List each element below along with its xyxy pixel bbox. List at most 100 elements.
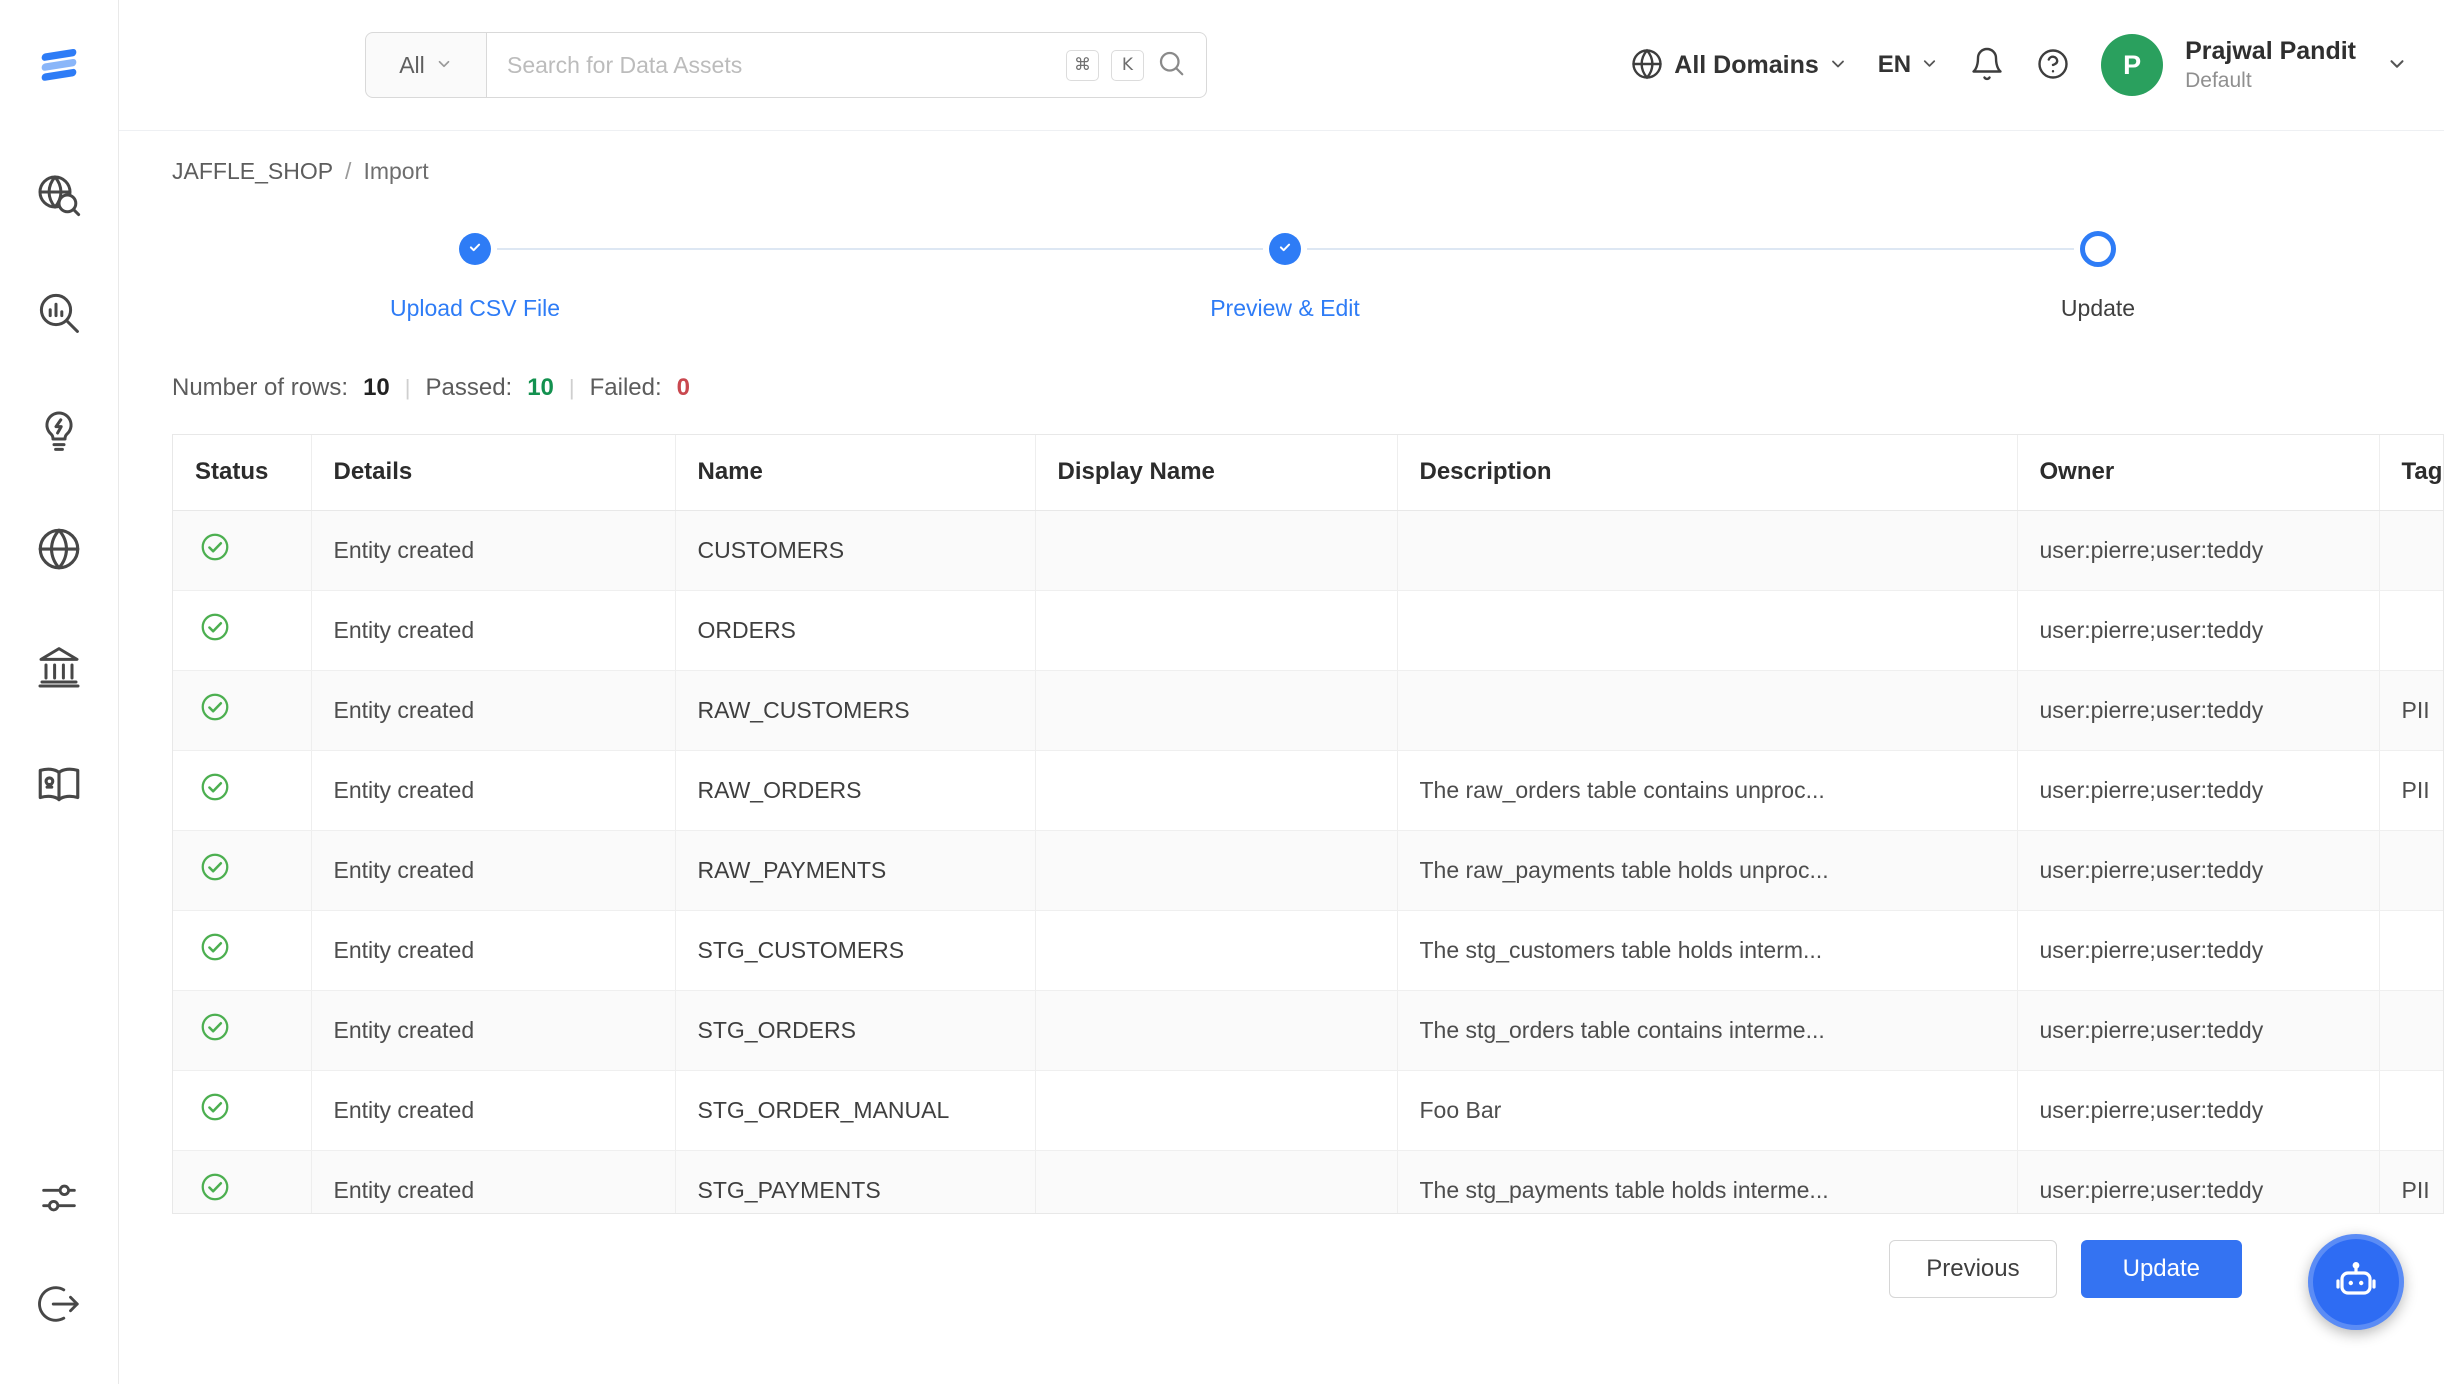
k-keycap: K: [1111, 50, 1144, 81]
app-root: All ⌘ K: [0, 0, 2444, 1384]
sidebar-item-observability[interactable]: [31, 286, 87, 342]
success-check-icon: [199, 1182, 231, 1208]
step-upload-label: Upload CSV File: [390, 295, 560, 322]
table-row: Entity created CUSTOMERS user:pierre;use…: [173, 510, 2444, 590]
details-cell: Entity created: [311, 990, 675, 1070]
table-row: Entity created STG_ORDER_MANUAL Foo Bar …: [173, 1070, 2444, 1150]
search-icon[interactable]: [1156, 48, 1186, 83]
success-check-icon: [199, 702, 231, 728]
sidebar-item-glossary[interactable]: [31, 758, 87, 814]
search-scope-dropdown[interactable]: All: [365, 32, 487, 98]
description-cell: [1397, 590, 2017, 670]
success-check-icon: [199, 542, 231, 568]
tags-cell: PII: [2379, 1150, 2444, 1214]
language-dropdown[interactable]: EN: [1878, 51, 1939, 79]
name-cell: RAW_CUSTOMERS: [675, 670, 1035, 750]
main-area: All ⌘ K: [119, 0, 2444, 1384]
table-row: Entity created STG_PAYMENTS The stg_paym…: [173, 1150, 2444, 1214]
success-check-icon: [199, 782, 231, 808]
insights-lightbulb-icon: [35, 407, 83, 458]
display-name-cell: [1035, 510, 1397, 590]
user-menu-dropdown[interactable]: [2386, 53, 2408, 78]
sidebar-item-governance[interactable]: [31, 640, 87, 696]
import-summary: Number of rows: 10 | Passed: 10 | Failed…: [172, 374, 2444, 402]
details-cell: Entity created: [311, 510, 675, 590]
owner-cell: user:pierre;user:teddy: [2017, 1070, 2379, 1150]
previous-button[interactable]: Previous: [1889, 1240, 2056, 1298]
table-row: Entity created ORDERS user:pierre;user:t…: [173, 590, 2444, 670]
chatbot-button[interactable]: [2308, 1234, 2404, 1330]
search-input[interactable]: [507, 52, 1054, 79]
display-name-cell: [1035, 910, 1397, 990]
status-cell: [173, 830, 311, 910]
column-header-owner: Owner: [2017, 435, 2379, 510]
sidebar-item-domains[interactable]: [31, 522, 87, 578]
tags-cell: [2379, 1070, 2444, 1150]
sidebar-item-settings[interactable]: [31, 1171, 87, 1227]
table-body: Entity created CUSTOMERS user:pierre;use…: [173, 510, 2444, 1214]
step-preview-label: Preview & Edit: [1210, 295, 1360, 322]
step-preview-circle: [1269, 233, 1301, 265]
owner-cell: user:pierre;user:teddy: [2017, 510, 2379, 590]
import-results-table-container[interactable]: Status Details Name Display Name Descrip…: [172, 434, 2444, 1214]
chevron-down-icon: [1920, 54, 1939, 76]
passed-value: 10: [527, 374, 554, 402]
column-header-status: Status: [173, 435, 311, 510]
all-domains-dropdown[interactable]: All Domains: [1629, 46, 1847, 85]
name-cell: RAW_PAYMENTS: [675, 830, 1035, 910]
table-row: Entity created RAW_PAYMENTS The raw_paym…: [173, 830, 2444, 910]
domains-globe-icon: [34, 524, 84, 577]
update-button[interactable]: Update: [2081, 1240, 2242, 1298]
stepper-connector: [497, 248, 1263, 250]
rows-value: 10: [363, 374, 390, 402]
breadcrumb-separator: /: [345, 158, 351, 185]
check-icon: [1276, 238, 1294, 261]
top-header: All ⌘ K: [119, 0, 2444, 131]
success-check-icon: [199, 1022, 231, 1048]
owner-cell: user:pierre;user:teddy: [2017, 830, 2379, 910]
footer-actions: Previous Update: [172, 1240, 2444, 1298]
details-cell: Entity created: [311, 590, 675, 670]
logout-icon: [36, 1281, 82, 1330]
name-cell: STG_ORDERS: [675, 990, 1035, 1070]
column-header-details: Details: [311, 435, 675, 510]
breadcrumb-parent-link[interactable]: JAFFLE_SHOP: [172, 158, 333, 185]
sidebar-bottom: [31, 1171, 87, 1333]
table-row: Entity created STG_CUSTOMERS The stg_cus…: [173, 910, 2444, 990]
success-check-icon: [199, 1102, 231, 1128]
details-cell: Entity created: [311, 830, 675, 910]
owner-cell: user:pierre;user:teddy: [2017, 1150, 2379, 1214]
chevron-down-icon: [2386, 53, 2408, 78]
explore-search-icon: [35, 171, 83, 222]
owner-cell: user:pierre;user:teddy: [2017, 750, 2379, 830]
description-cell: The stg_orders table contains interme...: [1397, 990, 2017, 1070]
user-info: Prajwal Pandit Default: [2185, 37, 2356, 93]
tags-cell: [2379, 910, 2444, 990]
name-cell: STG_CUSTOMERS: [675, 910, 1035, 990]
status-cell: [173, 670, 311, 750]
details-cell: Entity created: [311, 1070, 675, 1150]
passed-label: Passed:: [425, 374, 512, 402]
rows-label: Number of rows:: [172, 374, 348, 402]
globe-icon: [1629, 46, 1665, 85]
app-logo[interactable]: [0, 0, 118, 131]
display-name-cell: [1035, 1150, 1397, 1214]
help-button[interactable]: [2035, 46, 2071, 85]
tags-cell: [2379, 990, 2444, 1070]
user-team: Default: [2185, 69, 2356, 93]
display-name-cell: [1035, 830, 1397, 910]
display-name-cell: [1035, 990, 1397, 1070]
status-cell: [173, 910, 311, 990]
name-cell: RAW_ORDERS: [675, 750, 1035, 830]
summary-separator: |: [569, 375, 575, 401]
notifications-button[interactable]: [1969, 46, 2005, 85]
sidebar-item-insights[interactable]: [31, 404, 87, 460]
sidebar-item-explore[interactable]: [31, 168, 87, 224]
sidebar-item-logout[interactable]: [31, 1277, 87, 1333]
display-name-cell: [1035, 750, 1397, 830]
description-cell: The stg_customers table holds interm...: [1397, 910, 2017, 990]
all-domains-label: All Domains: [1674, 51, 1818, 80]
status-cell: [173, 1070, 311, 1150]
user-avatar[interactable]: P: [2101, 34, 2163, 96]
stepper-connector: [1307, 248, 2074, 250]
